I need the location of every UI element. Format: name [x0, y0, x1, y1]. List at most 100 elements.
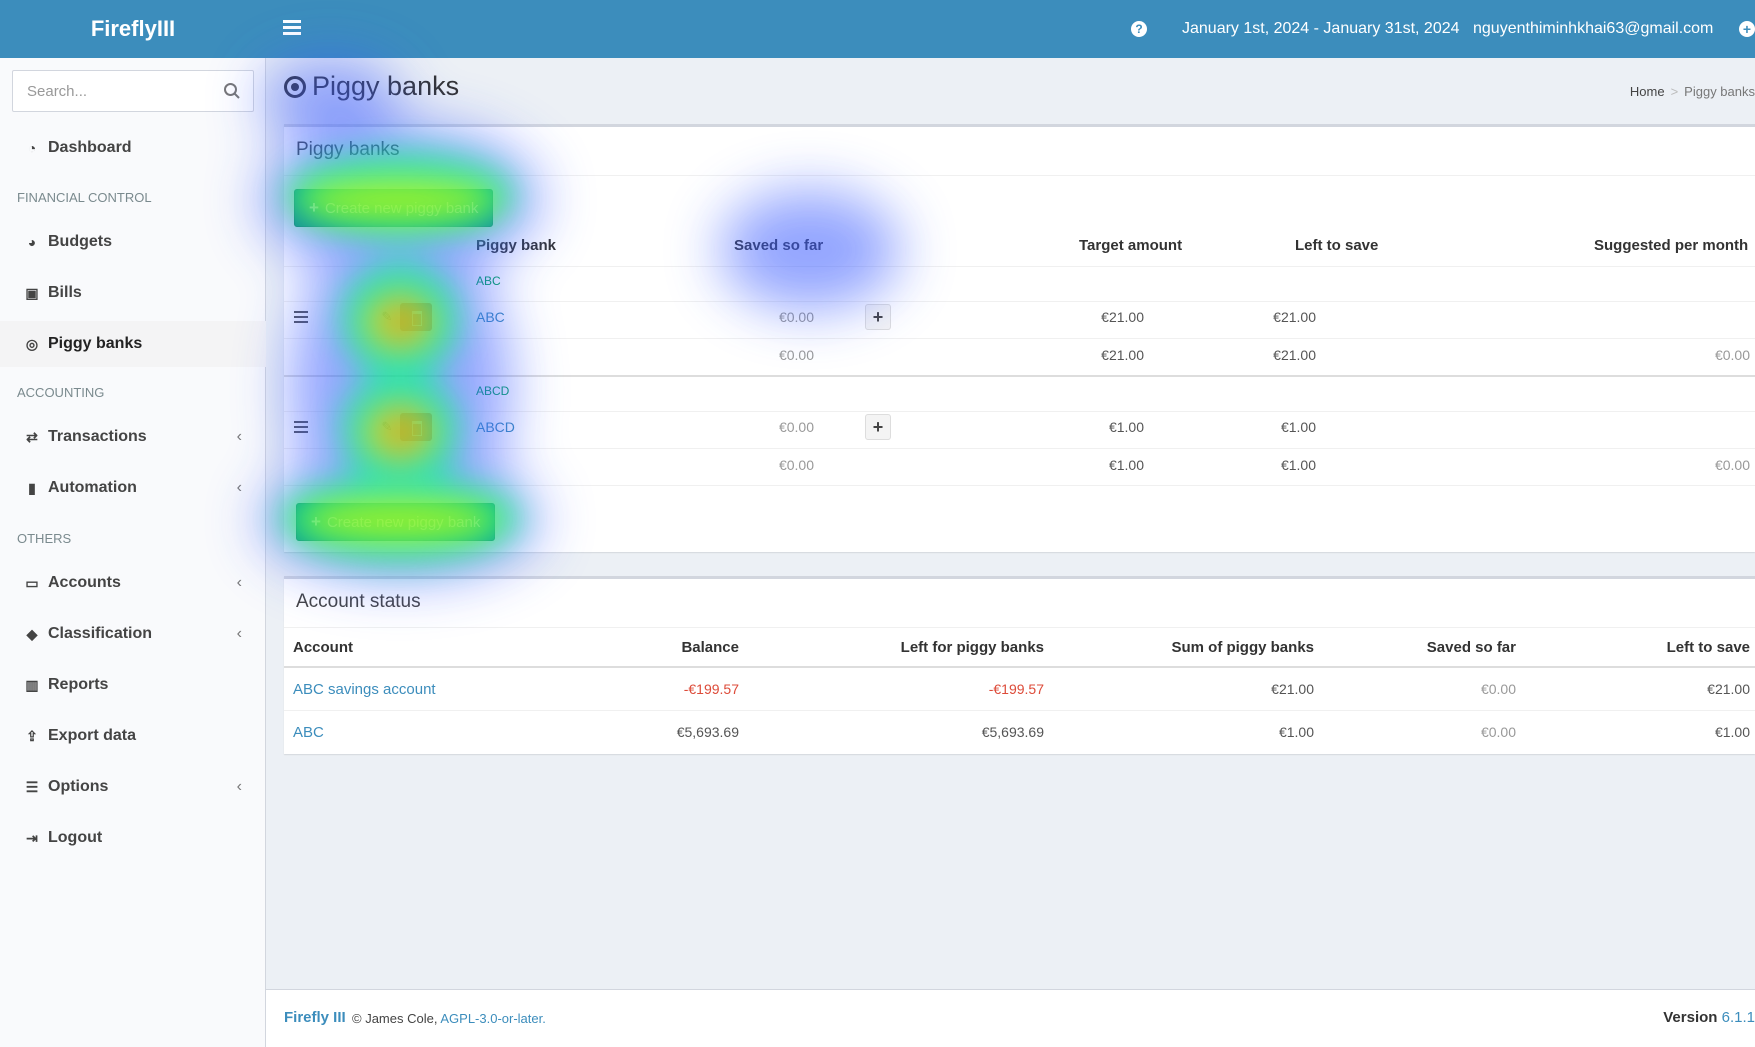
sidebar-item-options[interactable]: ☰ Options ‹: [0, 764, 266, 810]
sum-target: €1.00: [1108, 457, 1144, 473]
book-icon: ▮: [28, 480, 36, 496]
create-piggy-bank-button-bottom[interactable]: + Create new piggy bank: [296, 503, 496, 541]
sum-saved: €0.00: [778, 347, 814, 363]
breadcrumb-home[interactable]: Home: [1630, 84, 1665, 99]
account-group-label: ABCD: [476, 384, 510, 398]
calendar-icon: ▣: [25, 285, 39, 301]
sidebar-item-label: Transactions: [48, 428, 147, 445]
add-money-button[interactable]: +: [865, 304, 891, 330]
left-value: €1.00: [1280, 419, 1316, 435]
divider: [284, 448, 1755, 449]
edit-pencil-icon[interactable]: ✎: [378, 413, 396, 441]
left-for-value: -€199.57: [988, 681, 1044, 697]
sidebar-item-label: Budgets: [48, 233, 112, 250]
sidebar-search: [12, 70, 254, 112]
search-input[interactable]: [13, 71, 213, 111]
delete-trash-icon[interactable]: [400, 413, 432, 441]
box-title: Account status: [296, 591, 421, 612]
version-label: Version: [1663, 1009, 1718, 1026]
drag-handle-icon[interactable]: [294, 311, 308, 323]
sidebar-item-dashboard[interactable]: ◔ Dashboard: [0, 125, 266, 171]
divider: [284, 411, 1755, 412]
col-saved-so-far: Saved so far: [1426, 639, 1516, 656]
account-group-label: ABC: [476, 274, 501, 288]
page-title-text: Piggy banks: [312, 71, 460, 101]
sidebar-header-accounting: ACCOUNTING: [17, 385, 105, 400]
version-link[interactable]: 6.1.1: [1722, 1009, 1755, 1026]
sidebar-item-label: Bills: [48, 284, 82, 301]
sum-left: €1.00: [1280, 457, 1316, 473]
drag-handle-icon[interactable]: [294, 421, 308, 433]
sidebar-item-label: Logout: [48, 829, 103, 846]
footer-brand-link[interactable]: Firefly III: [284, 1009, 346, 1026]
sidebar-item-piggy-banks[interactable]: ◎ Piggy banks: [0, 321, 266, 367]
edit-pencil-icon[interactable]: ✎: [378, 303, 396, 331]
chevron-left-icon: ‹: [236, 428, 242, 445]
quick-create-icon[interactable]: +: [1739, 21, 1755, 37]
divider: [284, 338, 1755, 339]
sidebar-item-accounts[interactable]: ▭ Accounts ‹: [0, 560, 266, 606]
dashboard-icon: ◔: [27, 140, 37, 156]
col-left-to-save: Left to save: [1295, 237, 1379, 254]
left-value: €21.00: [1707, 681, 1750, 697]
chevron-left-icon: ‹: [236, 574, 242, 591]
tags-icon: ◆: [26, 626, 38, 642]
plus-icon: +: [311, 512, 321, 531]
sidebar-item-label: Automation: [48, 479, 137, 496]
sidebar-toggle-icon[interactable]: [283, 17, 301, 39]
sign-out-icon: ⇥: [26, 830, 38, 846]
col-balance: Balance: [681, 639, 739, 656]
sum-left: €21.00: [1273, 347, 1316, 363]
delete-trash-icon[interactable]: [400, 303, 432, 331]
sidebar-item-bills[interactable]: ▣ Bills: [0, 270, 266, 316]
sidebar-item-label: Export data: [48, 727, 137, 744]
breadcrumb-current: Piggy banks: [1684, 84, 1755, 99]
copyright-text: © James Cole,: [352, 1011, 438, 1026]
box-title: Piggy banks: [296, 139, 400, 160]
target-value: €21.00: [1101, 309, 1144, 325]
button-label: Create new piggy bank: [324, 199, 479, 217]
sum-value: €21.00: [1271, 681, 1314, 697]
left-for-value: €5,693.69: [981, 724, 1044, 740]
left-value: €1.00: [1714, 724, 1750, 740]
footer-copyright: © James Cole, AGPL-3.0-or-later.: [352, 1011, 546, 1026]
saved-value: €0.00: [1480, 724, 1516, 740]
app-logo[interactable]: FireflyIII: [0, 0, 266, 58]
piggy-bank-link[interactable]: ABC: [476, 309, 505, 325]
divider: [284, 375, 1755, 377]
sidebar-item-logout[interactable]: ⇥ Logout: [0, 815, 266, 861]
create-piggy-bank-button[interactable]: + Create new piggy bank: [294, 189, 494, 227]
sidebar-header-financial: FINANCIAL CONTROL: [17, 190, 152, 205]
sidebar-item-budgets[interactable]: ◕ Budgets: [0, 219, 266, 265]
search-icon[interactable]: [223, 82, 241, 100]
footer-version: Version 6.1.1: [1663, 1009, 1755, 1026]
sidebar-item-classification[interactable]: ◆ Classification ‹: [0, 611, 266, 657]
account-link[interactable]: ABC: [293, 724, 324, 741]
account-link[interactable]: ABC savings account: [293, 681, 436, 698]
sidebar-item-label: Accounts: [48, 574, 121, 591]
saved-value: €0.00: [778, 419, 814, 435]
sidebar-item-automation[interactable]: ▮ Automation ‹: [0, 465, 266, 511]
add-money-button[interactable]: +: [865, 414, 891, 440]
sidebar-item-export[interactable]: ⇪ Export data: [0, 713, 266, 759]
sum-target: €21.00: [1101, 347, 1144, 363]
divider: [284, 627, 1755, 628]
top-navbar: FireflyIII ? January 1st, 2024 - January…: [0, 0, 1755, 58]
date-range-picker[interactable]: January 1st, 2024 - January 31st, 2024: [1182, 0, 1460, 58]
divider: [284, 266, 1755, 267]
sidebar-item-transactions[interactable]: ⇄ Transactions ‹: [0, 414, 266, 460]
col-target-amount: Target amount: [1079, 237, 1183, 254]
target-value: €1.00: [1108, 419, 1144, 435]
sidebar-header-others: OTHERS: [17, 531, 72, 546]
sidebar-item-reports[interactable]: ▥ Reports: [0, 662, 266, 708]
balance-value: €5,693.69: [676, 724, 739, 740]
page-title: Piggy banks: [284, 71, 459, 102]
piggy-bank-link[interactable]: ABCD: [476, 419, 515, 435]
user-menu[interactable]: nguyenthiminhkhai63@gmail.com: [1473, 0, 1713, 58]
col-account: Account: [293, 639, 353, 656]
main-content: Piggy banks Home > Piggy banks Piggy banks…: [266, 58, 1755, 989]
help-icon[interactable]: ?: [1131, 21, 1147, 37]
sidebar-item-label: Reports: [48, 676, 109, 693]
license-link[interactable]: AGPL-3.0-or-later.: [440, 1011, 546, 1026]
sum-saved: €0.00: [778, 457, 814, 473]
